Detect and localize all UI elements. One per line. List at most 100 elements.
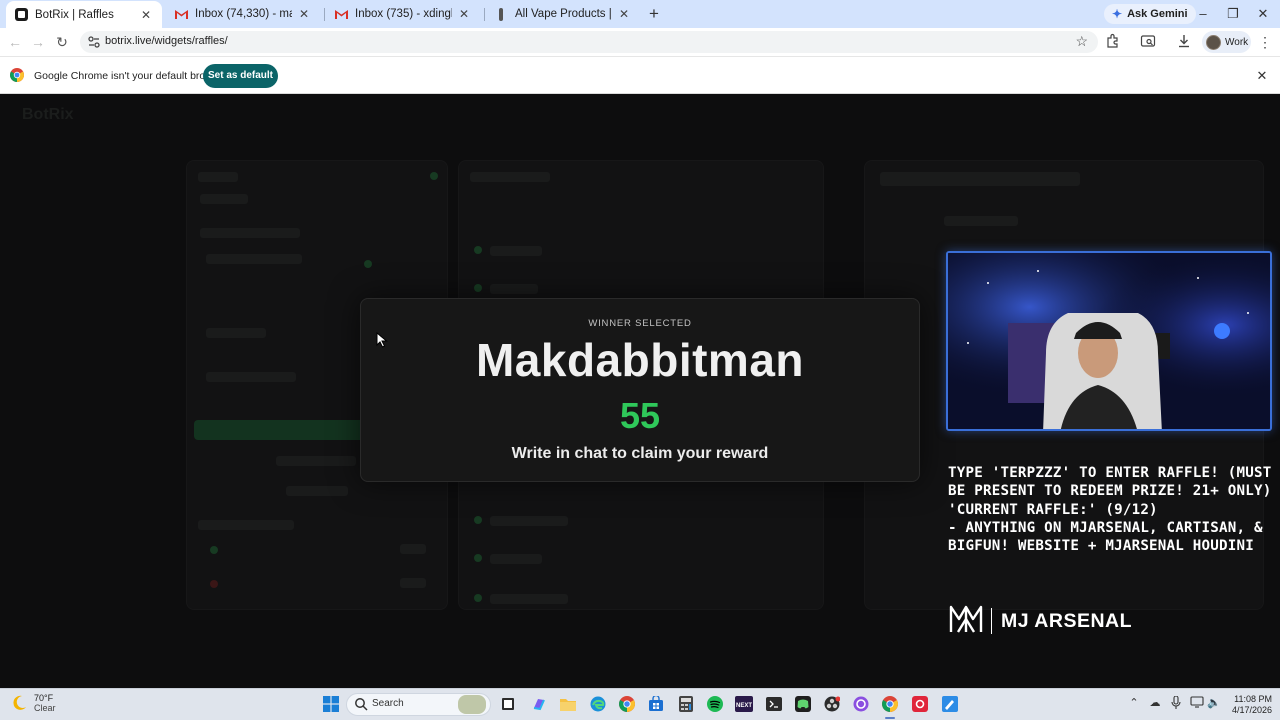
copilot-icon[interactable] <box>529 694 549 714</box>
placeholder-row <box>200 228 300 238</box>
chrome-menu-button[interactable]: ⋮ <box>1258 34 1272 50</box>
browser-tab-strip: BotRix | Raffles ✕ Inbox (74,330) - max@… <box>0 0 1280 28</box>
address-bar[interactable]: botrix.live/widgets/raffles/ ☆ <box>80 31 1098 53</box>
close-window-button[interactable]: ✕ <box>1248 4 1278 24</box>
restore-button[interactable]: ❐ <box>1218 4 1248 24</box>
terminal-icon[interactable] <box>764 694 784 714</box>
volume-icon[interactable]: 🔈 <box>1206 696 1222 709</box>
winner-name: Makdabbitman <box>475 334 805 386</box>
taskbar-clock[interactable]: 11:08 PM 4/17/2026 <box>1226 694 1272 716</box>
placeholder-row <box>490 246 542 256</box>
close-tab-icon[interactable]: ✕ <box>138 8 154 22</box>
placeholder-row <box>470 172 550 182</box>
chrome-active-icon[interactable] <box>880 694 900 719</box>
tab-inbox-nirvana[interactable]: Inbox (74,330) - max@nirvanac ✕ <box>166 0 320 28</box>
minimize-button[interactable]: – <box>1188 4 1218 24</box>
close-tab-icon[interactable]: ✕ <box>456 7 472 21</box>
new-tab-button[interactable]: + <box>644 4 664 24</box>
screen: BotRix | Raffles ✕ Inbox (74,330) - max@… <box>0 0 1280 720</box>
chrome-taskbar-icon[interactable] <box>617 694 637 714</box>
profile-button[interactable]: Work <box>1202 31 1251 53</box>
webcam-feed <box>946 251 1272 431</box>
weather-temp: 70°F <box>34 693 54 703</box>
spotify-icon[interactable] <box>705 694 725 714</box>
status-dot <box>474 516 482 524</box>
ask-gemini-label: Ask Gemini <box>1127 8 1188 20</box>
tab-title: Inbox (735) - xdinglezzz@gma <box>355 8 452 20</box>
windows-taskbar: 70°F Clear Search NEXT ⌃ ☁ 🔈 11:08 PM 4/… <box>0 688 1280 720</box>
status-dot <box>430 172 438 180</box>
bookmark-star-icon[interactable]: ☆ <box>1075 33 1088 50</box>
obs-icon[interactable] <box>822 694 842 714</box>
close-tab-icon[interactable]: ✕ <box>616 7 632 21</box>
reload-button[interactable]: ↻ <box>52 32 72 52</box>
back-button[interactable]: ← <box>5 32 25 52</box>
default-browser-infobar: Google Chrome isn't your default browser… <box>0 56 1280 94</box>
microsoft-store-icon[interactable] <box>646 694 666 714</box>
close-infobar-icon[interactable]: ✕ <box>1254 68 1270 84</box>
placeholder-row <box>198 172 238 182</box>
winner-modal: WINNER SELECTED Makdabbitman 55 Write in… <box>360 298 920 482</box>
tab-title: BotRix | Raffles <box>35 8 114 21</box>
claim-instruction: Write in chat to claim your reward <box>511 445 769 462</box>
file-explorer-icon[interactable] <box>558 694 578 714</box>
mj-arsenal-mark-icon <box>949 604 983 639</box>
tab-title: Inbox (74,330) - max@nirvanac <box>195 8 292 20</box>
site-info-icon[interactable] <box>86 34 102 50</box>
brand-divider <box>991 608 992 634</box>
active-app-indicator <box>885 717 895 719</box>
mj-arsenal-logo: MJ ARSENAL <box>949 604 1132 638</box>
tab-search-icon[interactable] <box>1140 33 1158 51</box>
streaming-app-icon[interactable] <box>851 694 871 714</box>
placeholder-row <box>206 372 296 382</box>
next-app-icon[interactable]: NEXT <box>734 694 754 714</box>
close-tab-icon[interactable]: ✕ <box>296 7 312 21</box>
placeholder-row <box>490 554 542 564</box>
tab-vape-products[interactable]: All Vape Products | Find Every D ✕ <box>486 0 640 28</box>
onedrive-icon[interactable]: ☁ <box>1147 696 1163 709</box>
svg-text:NEXT: NEXT <box>736 703 752 709</box>
placeholder-row <box>206 328 266 338</box>
infobar-message: Google Chrome isn't your default browser <box>34 70 228 82</box>
download-icon[interactable] <box>1176 33 1194 51</box>
forward-button[interactable]: → <box>28 32 48 52</box>
search-label: Search <box>372 698 404 709</box>
edge-icon[interactable] <box>588 694 608 714</box>
placeholder-toggle <box>400 544 426 554</box>
search-icon <box>354 697 368 711</box>
placeholder-row <box>286 486 348 496</box>
status-dot <box>210 580 218 588</box>
winner-selected-label: WINNER SELECTED <box>588 318 692 329</box>
red-app-icon[interactable] <box>910 694 930 714</box>
gmail-icon <box>334 7 348 21</box>
status-dot <box>210 546 218 554</box>
paint-icon[interactable] <box>940 694 960 714</box>
discord-icon[interactable] <box>793 694 813 714</box>
avatar <box>1206 34 1221 50</box>
placeholder-row <box>490 516 568 526</box>
network-icon[interactable] <box>1189 696 1205 711</box>
status-dot <box>474 554 482 562</box>
calculator-icon[interactable] <box>676 694 696 714</box>
extensions-icon[interactable] <box>1105 33 1123 51</box>
microphone-icon[interactable] <box>1168 695 1184 712</box>
status-dot <box>474 594 482 602</box>
tab-title: All Vape Products | Find Every D <box>515 8 612 20</box>
task-view-icon[interactable] <box>498 694 518 714</box>
ask-gemini-button[interactable]: ✦ Ask Gemini <box>1104 4 1196 24</box>
show-hidden-icons-icon[interactable]: ⌃ <box>1126 696 1142 709</box>
placeholder-row <box>490 594 568 604</box>
tab-inbox-xdinglezzz[interactable]: Inbox (735) - xdinglezzz@gma ✕ <box>326 0 480 28</box>
status-dot <box>474 246 482 254</box>
set-as-default-button[interactable]: Set as default <box>203 64 278 88</box>
placeholder-row <box>490 284 538 294</box>
browser-toolbar: ← → ↻ botrix.live/widgets/raffles/ ☆ Wor… <box>0 28 1280 56</box>
weather-widget[interactable]: 70°F Clear <box>10 693 56 713</box>
tab-separator <box>484 8 485 21</box>
gemini-sparkle-icon: ✦ <box>1112 7 1123 21</box>
tab-botrix-raffles[interactable]: BotRix | Raffles ✕ <box>6 1 162 28</box>
profile-label: Work <box>1225 36 1249 48</box>
start-button[interactable] <box>321 694 341 714</box>
tab-separator <box>324 8 325 21</box>
raffle-instructions-overlay: TYPE 'TERPZZZ' TO ENTER RAFFLE! (MUST BE… <box>948 465 1272 555</box>
